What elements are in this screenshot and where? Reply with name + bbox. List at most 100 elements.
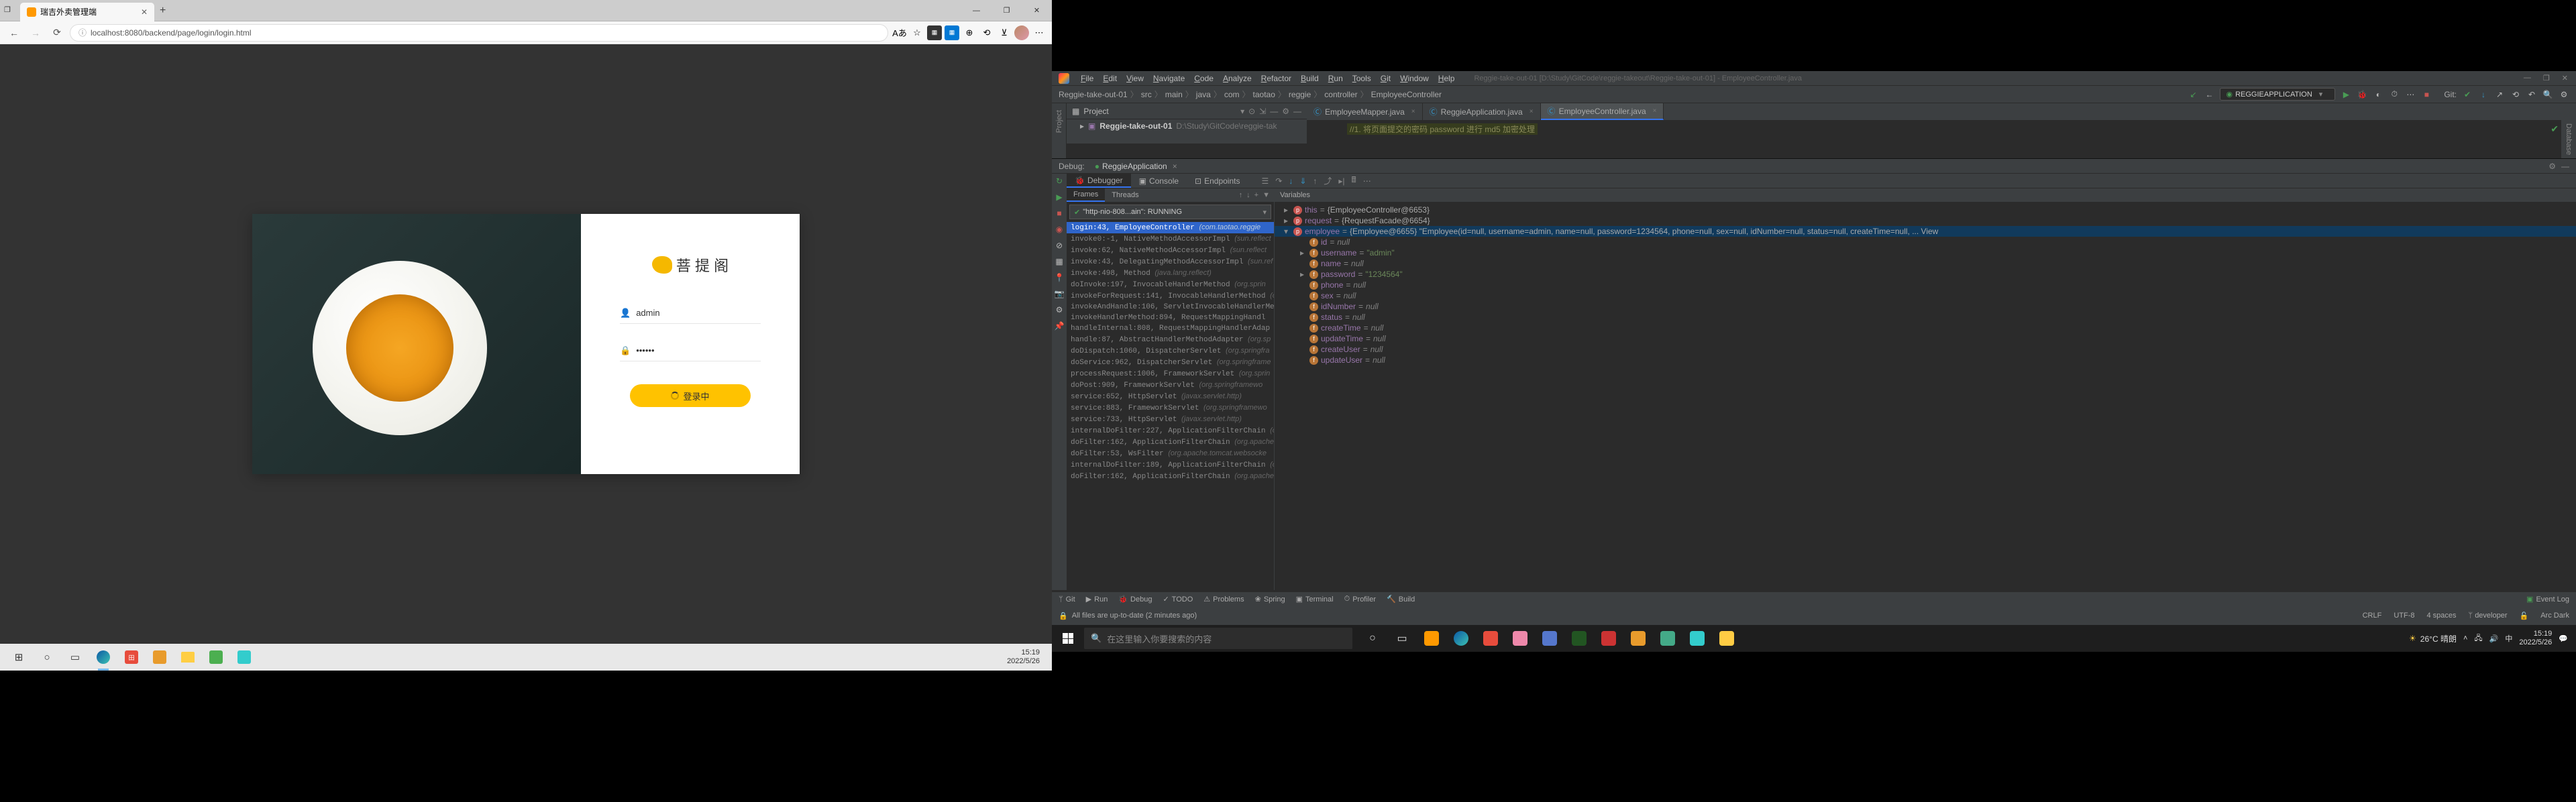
menu-file[interactable]: File	[1076, 74, 1098, 83]
stack-frame[interactable]: doDispatch:1060, DispatcherServlet (org.…	[1067, 345, 1274, 357]
stop-icon[interactable]: ■	[2421, 89, 2432, 100]
variable-row[interactable]: f phone = null	[1275, 280, 2576, 290]
search-everywhere-icon[interactable]: 🔍	[2542, 89, 2553, 100]
app-i[interactable]	[1684, 625, 1711, 652]
menu-help[interactable]: Help	[1434, 74, 1460, 83]
run-config-selector[interactable]: ◉ REGGIEAPPLICATION ▾	[2220, 88, 2335, 101]
debug-tab-endpoints[interactable]: ⊡Endpoints	[1187, 174, 1248, 188]
run-to-cursor-icon[interactable]: ▸|	[1338, 176, 1344, 186]
app-f[interactable]	[1595, 625, 1622, 652]
branch-icon[interactable]: ᛘ developer	[2469, 612, 2508, 620]
app3[interactable]	[146, 646, 173, 668]
start-button[interactable]	[1052, 625, 1084, 652]
variable-row[interactable]: f status = null	[1275, 312, 2576, 323]
bottom-tool-spring[interactable]: ❀ Spring	[1255, 595, 1285, 604]
app-a[interactable]	[1418, 625, 1445, 652]
more-icon[interactable]: ⋯	[1363, 176, 1371, 186]
variable-row[interactable]: f createTime = null	[1275, 323, 2576, 333]
app-b[interactable]	[1477, 625, 1504, 652]
notifications-icon[interactable]: 💬	[2559, 634, 2568, 643]
debug-tab-console[interactable]: ▣Console	[1131, 174, 1187, 188]
bottom-tool-debug[interactable]: 🐞 Debug	[1118, 595, 1152, 604]
more-icon[interactable]: ⋯	[1032, 25, 1046, 40]
app-h[interactable]	[1654, 625, 1681, 652]
project-root-node[interactable]: ▸ ▣ Reggie-take-out-01 D:\Study\GitCode\…	[1067, 119, 1307, 133]
stack-frame[interactable]: service:883, FrameworkServlet (org.sprin…	[1067, 402, 1274, 414]
stack-frame[interactable]: invoke:43, DelegatingMethodAccessorImpl …	[1067, 256, 1274, 268]
bottom-tool-build[interactable]: 🔨 Build	[1387, 595, 1415, 604]
app-c[interactable]	[1507, 625, 1534, 652]
stack-frame[interactable]: processRequest:1006, FrameworkServlet (o…	[1067, 368, 1274, 380]
breadcrumb[interactable]: Reggie-take-out-01〉src〉main〉java〉com〉tao…	[1059, 89, 1442, 100]
add-icon[interactable]: +	[1254, 191, 1258, 199]
restore-icon[interactable]: ❐	[4, 5, 11, 14]
build-icon[interactable]: ↙	[2188, 89, 2198, 100]
variable-row[interactable]: ▸p request = {RequestFacade@6654}	[1275, 215, 2576, 226]
force-step-into-icon[interactable]: ⇓	[1299, 176, 1306, 186]
frames-tab[interactable]: Frames	[1067, 188, 1105, 202]
collapse-icon[interactable]: —	[1270, 107, 1278, 116]
app2[interactable]: 田	[118, 646, 145, 668]
app-edge[interactable]	[1448, 625, 1474, 652]
ide-maximize[interactable]: ❐	[2543, 74, 2550, 82]
bottom-tool-todo[interactable]: ✓ TODO	[1163, 595, 1193, 604]
attach-icon[interactable]: ⋯	[2405, 89, 2416, 100]
new-tab-button[interactable]: +	[160, 5, 166, 17]
variable-row[interactable]: ▸p this = {EmployeeController@6653}	[1275, 205, 2576, 215]
camera-icon[interactable]: 📷	[1055, 289, 1065, 298]
username-input[interactable]: 👤 admin	[620, 302, 761, 324]
filter-icon[interactable]: ▼	[1263, 191, 1270, 199]
stack-frame[interactable]: invoke:62, NativeMethodAccessorImpl (sun…	[1067, 245, 1274, 256]
password-input[interactable]: 🔒 ••••••	[620, 340, 761, 361]
menu-code[interactable]: Code	[1189, 74, 1218, 83]
stack-frame[interactable]: service:733, HttpServlet (javax.servlet.…	[1067, 414, 1274, 425]
minimize-button[interactable]: —	[961, 0, 991, 21]
close-icon[interactable]: ×	[1173, 162, 1177, 171]
expand-icon[interactable]: ⇲	[1259, 107, 1266, 116]
stack-frame[interactable]: invoke:498, Method (java.lang.reflect)	[1067, 268, 1274, 279]
back-button[interactable]: ←	[5, 24, 23, 42]
git-commit-icon[interactable]: ✔	[2462, 89, 2473, 100]
app5[interactable]	[203, 646, 229, 668]
downloads-icon[interactable]: ⊻	[997, 25, 1012, 40]
stack-frame[interactable]: doService:962, DispatcherServlet (org.sp…	[1067, 357, 1274, 368]
stop-icon[interactable]: ■	[1057, 209, 1061, 218]
prev-frame-icon[interactable]: ↑	[1239, 191, 1243, 199]
windows-taskbar-right[interactable]: 🔍 在这里输入你要搜索的内容 ○ ▭ ☀ 26°C 晴朗 ˄ 🖧 🔊	[1052, 625, 2576, 652]
app6[interactable]	[231, 646, 258, 668]
tray-ime[interactable]: 中	[2505, 633, 2512, 644]
stack-frame[interactable]: handleInternal:808, RequestMappingHandle…	[1067, 323, 1274, 334]
hide-icon[interactable]: —	[1293, 107, 1301, 116]
stack-frame[interactable]: doFilter:162, ApplicationFilterChain (or…	[1067, 471, 1274, 482]
variable-row[interactable]: ▸f password = "1234564"	[1275, 269, 2576, 280]
locate-icon[interactable]: ⊙	[1248, 107, 1255, 116]
collections-icon[interactable]: ⊕	[962, 25, 977, 40]
browser-tab[interactable]: 瑞吉外卖管理端 ✕	[20, 3, 154, 21]
project-title[interactable]: Project	[1083, 107, 1236, 116]
tray-net[interactable]: 🖧	[2474, 632, 2482, 645]
taskbar-clock[interactable]: 15:19 2022/5/26	[1007, 648, 1046, 666]
stack-frame[interactable]: invokeForRequest:141, InvocableHandlerMe…	[1067, 290, 1274, 302]
frames-list[interactable]: login:43, EmployeeController (com.taotao…	[1067, 222, 1274, 482]
drop-frame-icon[interactable]: ⤴	[1324, 175, 1332, 186]
stack-frame[interactable]: doPost:909, FrameworkServlet (org.spring…	[1067, 380, 1274, 391]
stack-frame[interactable]: doInvoke:197, InvocableHandlerMethod (or…	[1067, 279, 1274, 290]
app-d[interactable]	[1536, 625, 1563, 652]
git-update-icon[interactable]: ↓	[2478, 89, 2489, 100]
stack-frame[interactable]: invokeAndHandle:106, ServletInvocableHan…	[1067, 302, 1274, 312]
stack-frame[interactable]: doFilter:162, ApplicationFilterChain (or…	[1067, 437, 1274, 448]
close-tab-icon[interactable]: ✕	[141, 7, 148, 17]
menu-window[interactable]: Window	[1395, 74, 1434, 83]
stack-frame[interactable]: internalDoFilter:189, ApplicationFilterC…	[1067, 459, 1274, 471]
coverage-icon[interactable]: ◐	[2373, 89, 2383, 100]
indent[interactable]: 4 spaces	[2427, 612, 2457, 620]
layout-icon[interactable]: ▦	[1055, 257, 1063, 266]
variable-row[interactable]: f name = null	[1275, 258, 2576, 269]
favorite-icon[interactable]: ☆	[910, 25, 924, 40]
gear-icon[interactable]: ⚙	[2548, 162, 2556, 171]
stack-frame[interactable]: handle:87, AbstractHandlerMethodAdapter …	[1067, 334, 1274, 345]
editor-tab[interactable]: ⒸEmployeeMapper.java×	[1307, 103, 1423, 120]
step-out-icon[interactable]: ↑	[1313, 176, 1317, 186]
windows-taskbar-left[interactable]: ⊞ ○ ▭ 田 15:19 2022/5/26	[0, 644, 1052, 671]
encoding[interactable]: UTF-8	[2394, 612, 2414, 620]
